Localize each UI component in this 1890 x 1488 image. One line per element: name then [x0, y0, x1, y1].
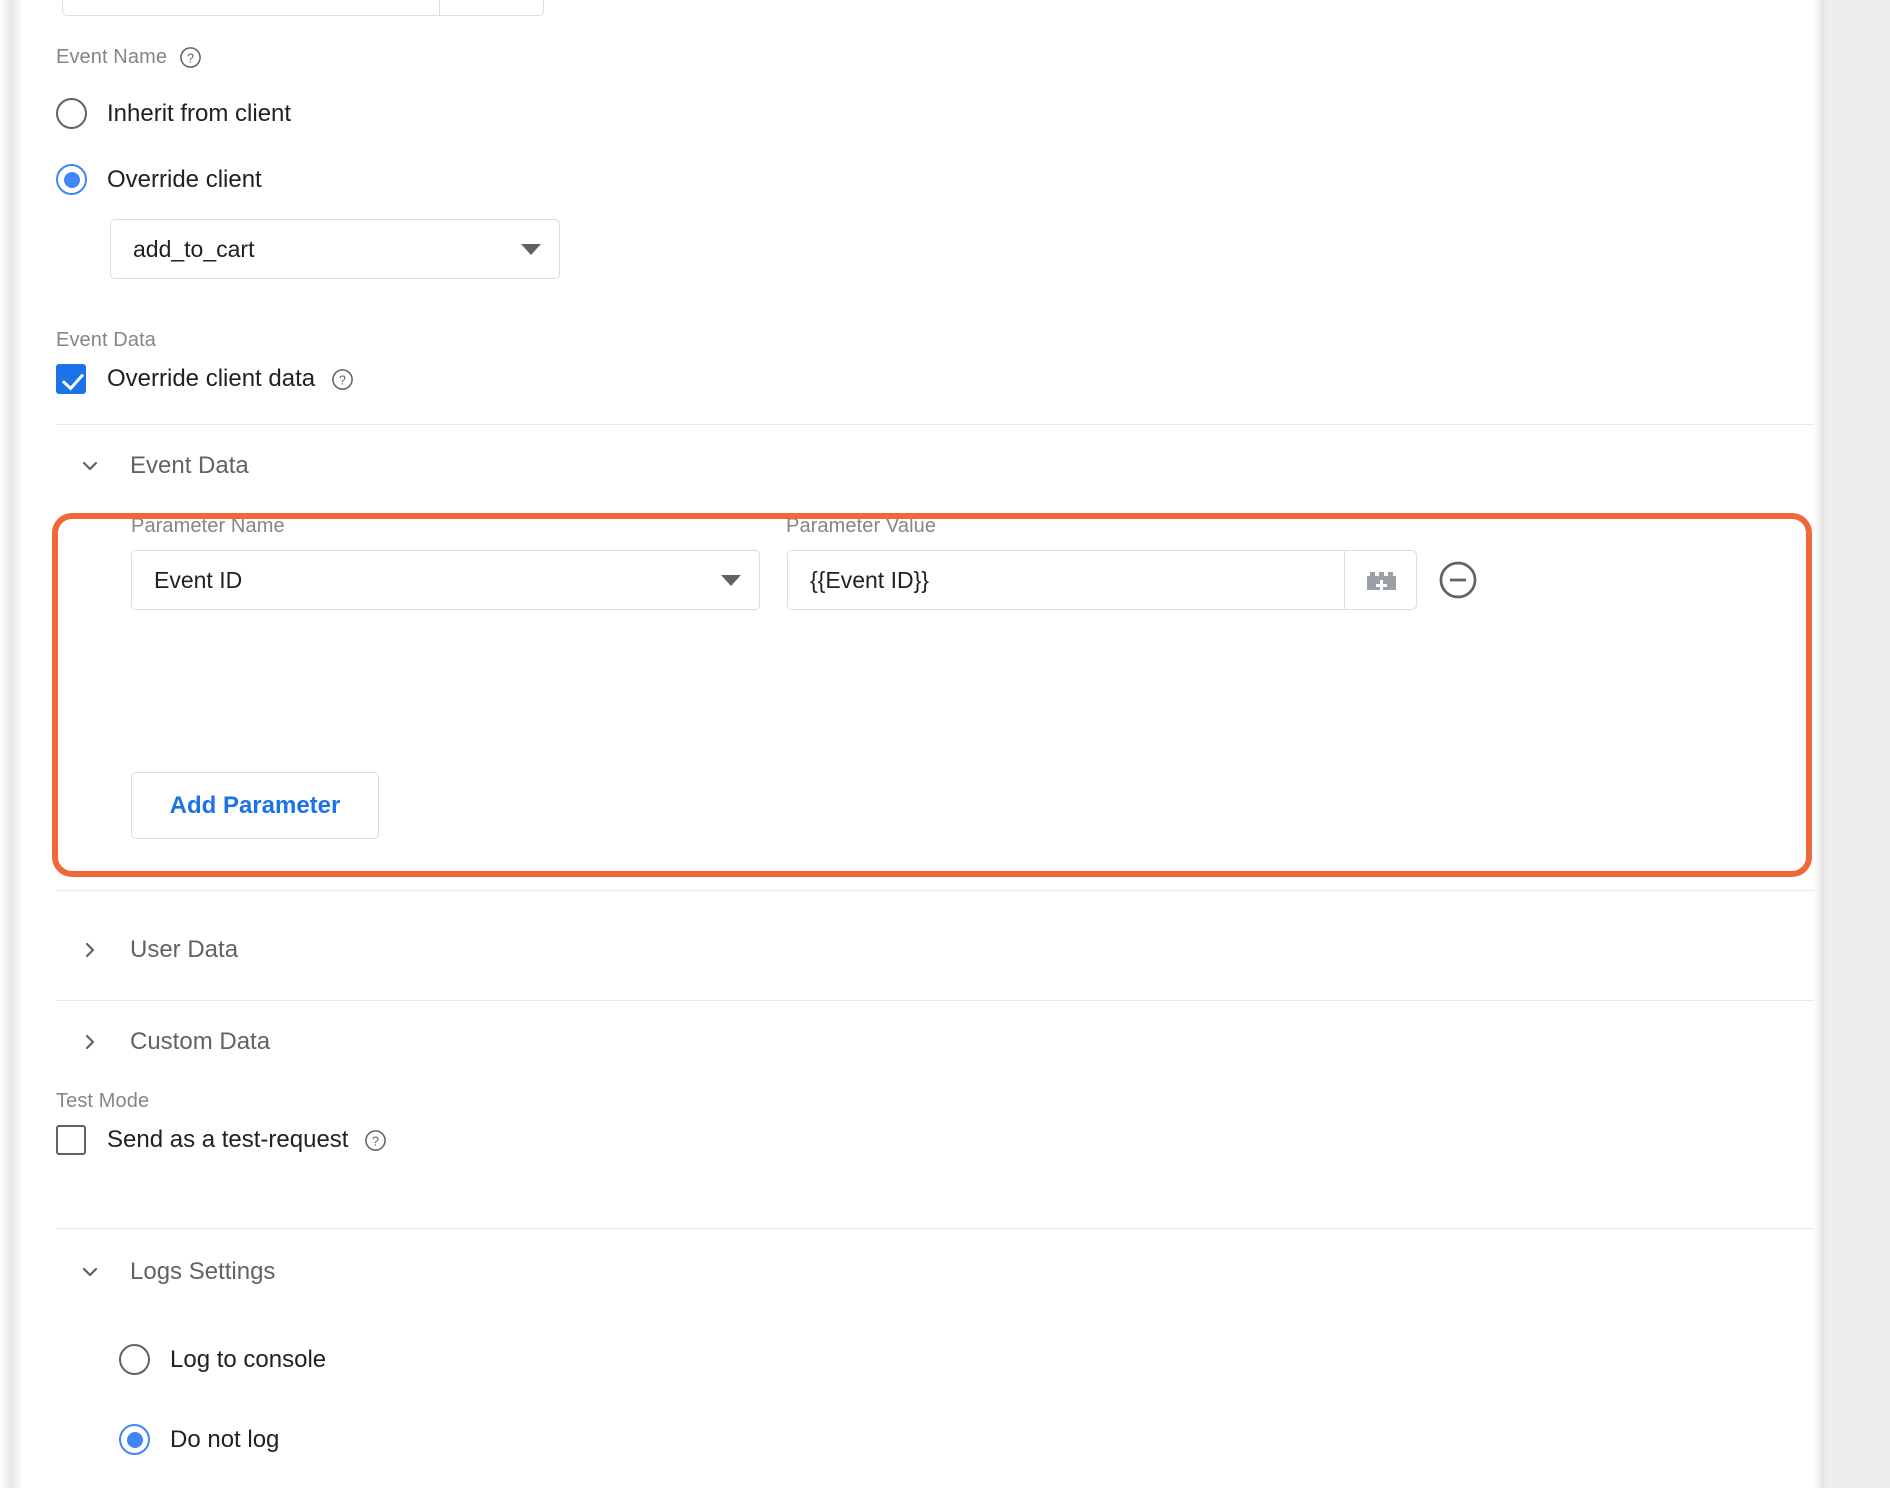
parameter-value-column-header: Parameter Value [786, 515, 937, 537]
chevron-down-icon[interactable] [521, 243, 541, 255]
test-mode-label: Test Mode [56, 1090, 150, 1112]
checkbox-indicator[interactable] [56, 364, 86, 394]
settings-panel-root: Event Name ? Inherit from client Overrid… [0, 0, 1890, 1488]
divider-above-user-data [56, 890, 1828, 891]
logs-settings-section-header[interactable]: Logs Settings [78, 1258, 275, 1286]
radio-label: Override client [107, 165, 262, 193]
add-parameter-label: Add Parameter [169, 791, 341, 819]
checkbox-label: Override client data [107, 365, 316, 392]
help-circle-icon[interactable]: ? [179, 46, 202, 69]
event-data-section-header[interactable]: Event Data [78, 452, 249, 480]
checkbox-override-client-data[interactable]: Override client data ? [56, 364, 354, 394]
partial-input-separator [439, 0, 440, 16]
radio-indicator[interactable] [119, 1344, 150, 1375]
radio-label: Inherit from client [107, 99, 292, 127]
event-name-label: Event Name [56, 46, 168, 68]
event-data-group-label: Event Data [56, 329, 156, 351]
parameter-value-text: {{Event ID}} [810, 566, 929, 593]
section-title: Logs Settings [130, 1258, 276, 1285]
custom-data-section-header[interactable]: Custom Data [78, 1028, 270, 1056]
parameter-value-field-group: {{Event ID}} [787, 550, 1417, 610]
lego-brick-plus-icon[interactable] [1345, 550, 1417, 610]
svg-text:?: ? [187, 51, 194, 65]
section-title: Event Data [130, 452, 249, 479]
help-circle-icon[interactable]: ? [364, 1129, 387, 1152]
checkbox-send-as-test-request[interactable]: Send as a test-request ? [56, 1125, 387, 1155]
radio-indicator[interactable] [119, 1424, 150, 1455]
chevron-right-icon[interactable] [78, 938, 102, 962]
minus-circle-icon [1439, 561, 1477, 599]
radio-label: Do not log [170, 1425, 280, 1453]
chevron-down-icon[interactable] [721, 574, 741, 586]
divider-above-logs-settings [56, 1228, 1828, 1229]
page-right-gutter [1828, 0, 1890, 1488]
divider-above-event-data [56, 424, 1828, 425]
add-parameter-button[interactable]: Add Parameter [131, 772, 379, 839]
checkbox-indicator[interactable] [56, 1125, 86, 1155]
radio-indicator[interactable] [56, 164, 87, 195]
radio-log-to-console[interactable]: Log to console [119, 1344, 326, 1375]
chevron-right-icon[interactable] [78, 1030, 102, 1054]
radio-do-not-log[interactable]: Do not log [119, 1424, 279, 1455]
radio-label: Log to console [170, 1345, 327, 1373]
event-name-select[interactable]: add_to_cart [110, 219, 560, 279]
page-left-gutter [0, 0, 22, 1488]
help-circle-icon[interactable]: ? [331, 368, 354, 391]
partial-input-above[interactable] [62, 0, 544, 16]
chevron-down-icon[interactable] [78, 454, 102, 478]
radio-inherit-from-client[interactable]: Inherit from client [56, 98, 291, 129]
checkbox-label: Send as a test-request [107, 1126, 349, 1153]
svg-text:?: ? [339, 373, 346, 387]
section-title: Custom Data [130, 1028, 271, 1055]
form-panel: Event Name ? Inherit from client Overrid… [22, 0, 1828, 1488]
section-title: User Data [130, 936, 239, 963]
event-name-label-row: Event Name ? [56, 46, 202, 69]
chevron-down-icon[interactable] [78, 1260, 102, 1284]
event-name-select-value: add_to_cart [133, 235, 255, 262]
radio-indicator[interactable] [56, 98, 87, 129]
parameter-name-select[interactable]: Event ID [131, 550, 760, 610]
divider-above-custom-data [56, 1000, 1828, 1001]
panel-right-shadow [1814, 0, 1828, 1488]
remove-parameter-button[interactable] [1434, 556, 1482, 604]
parameter-name-column-header: Parameter Name [131, 515, 285, 537]
radio-override-client[interactable]: Override client [56, 164, 262, 195]
parameter-name-value: Event ID [154, 566, 243, 593]
parameter-value-input[interactable]: {{Event ID}} [787, 550, 1345, 610]
user-data-section-header[interactable]: User Data [78, 936, 238, 964]
svg-text:?: ? [373, 1134, 380, 1148]
